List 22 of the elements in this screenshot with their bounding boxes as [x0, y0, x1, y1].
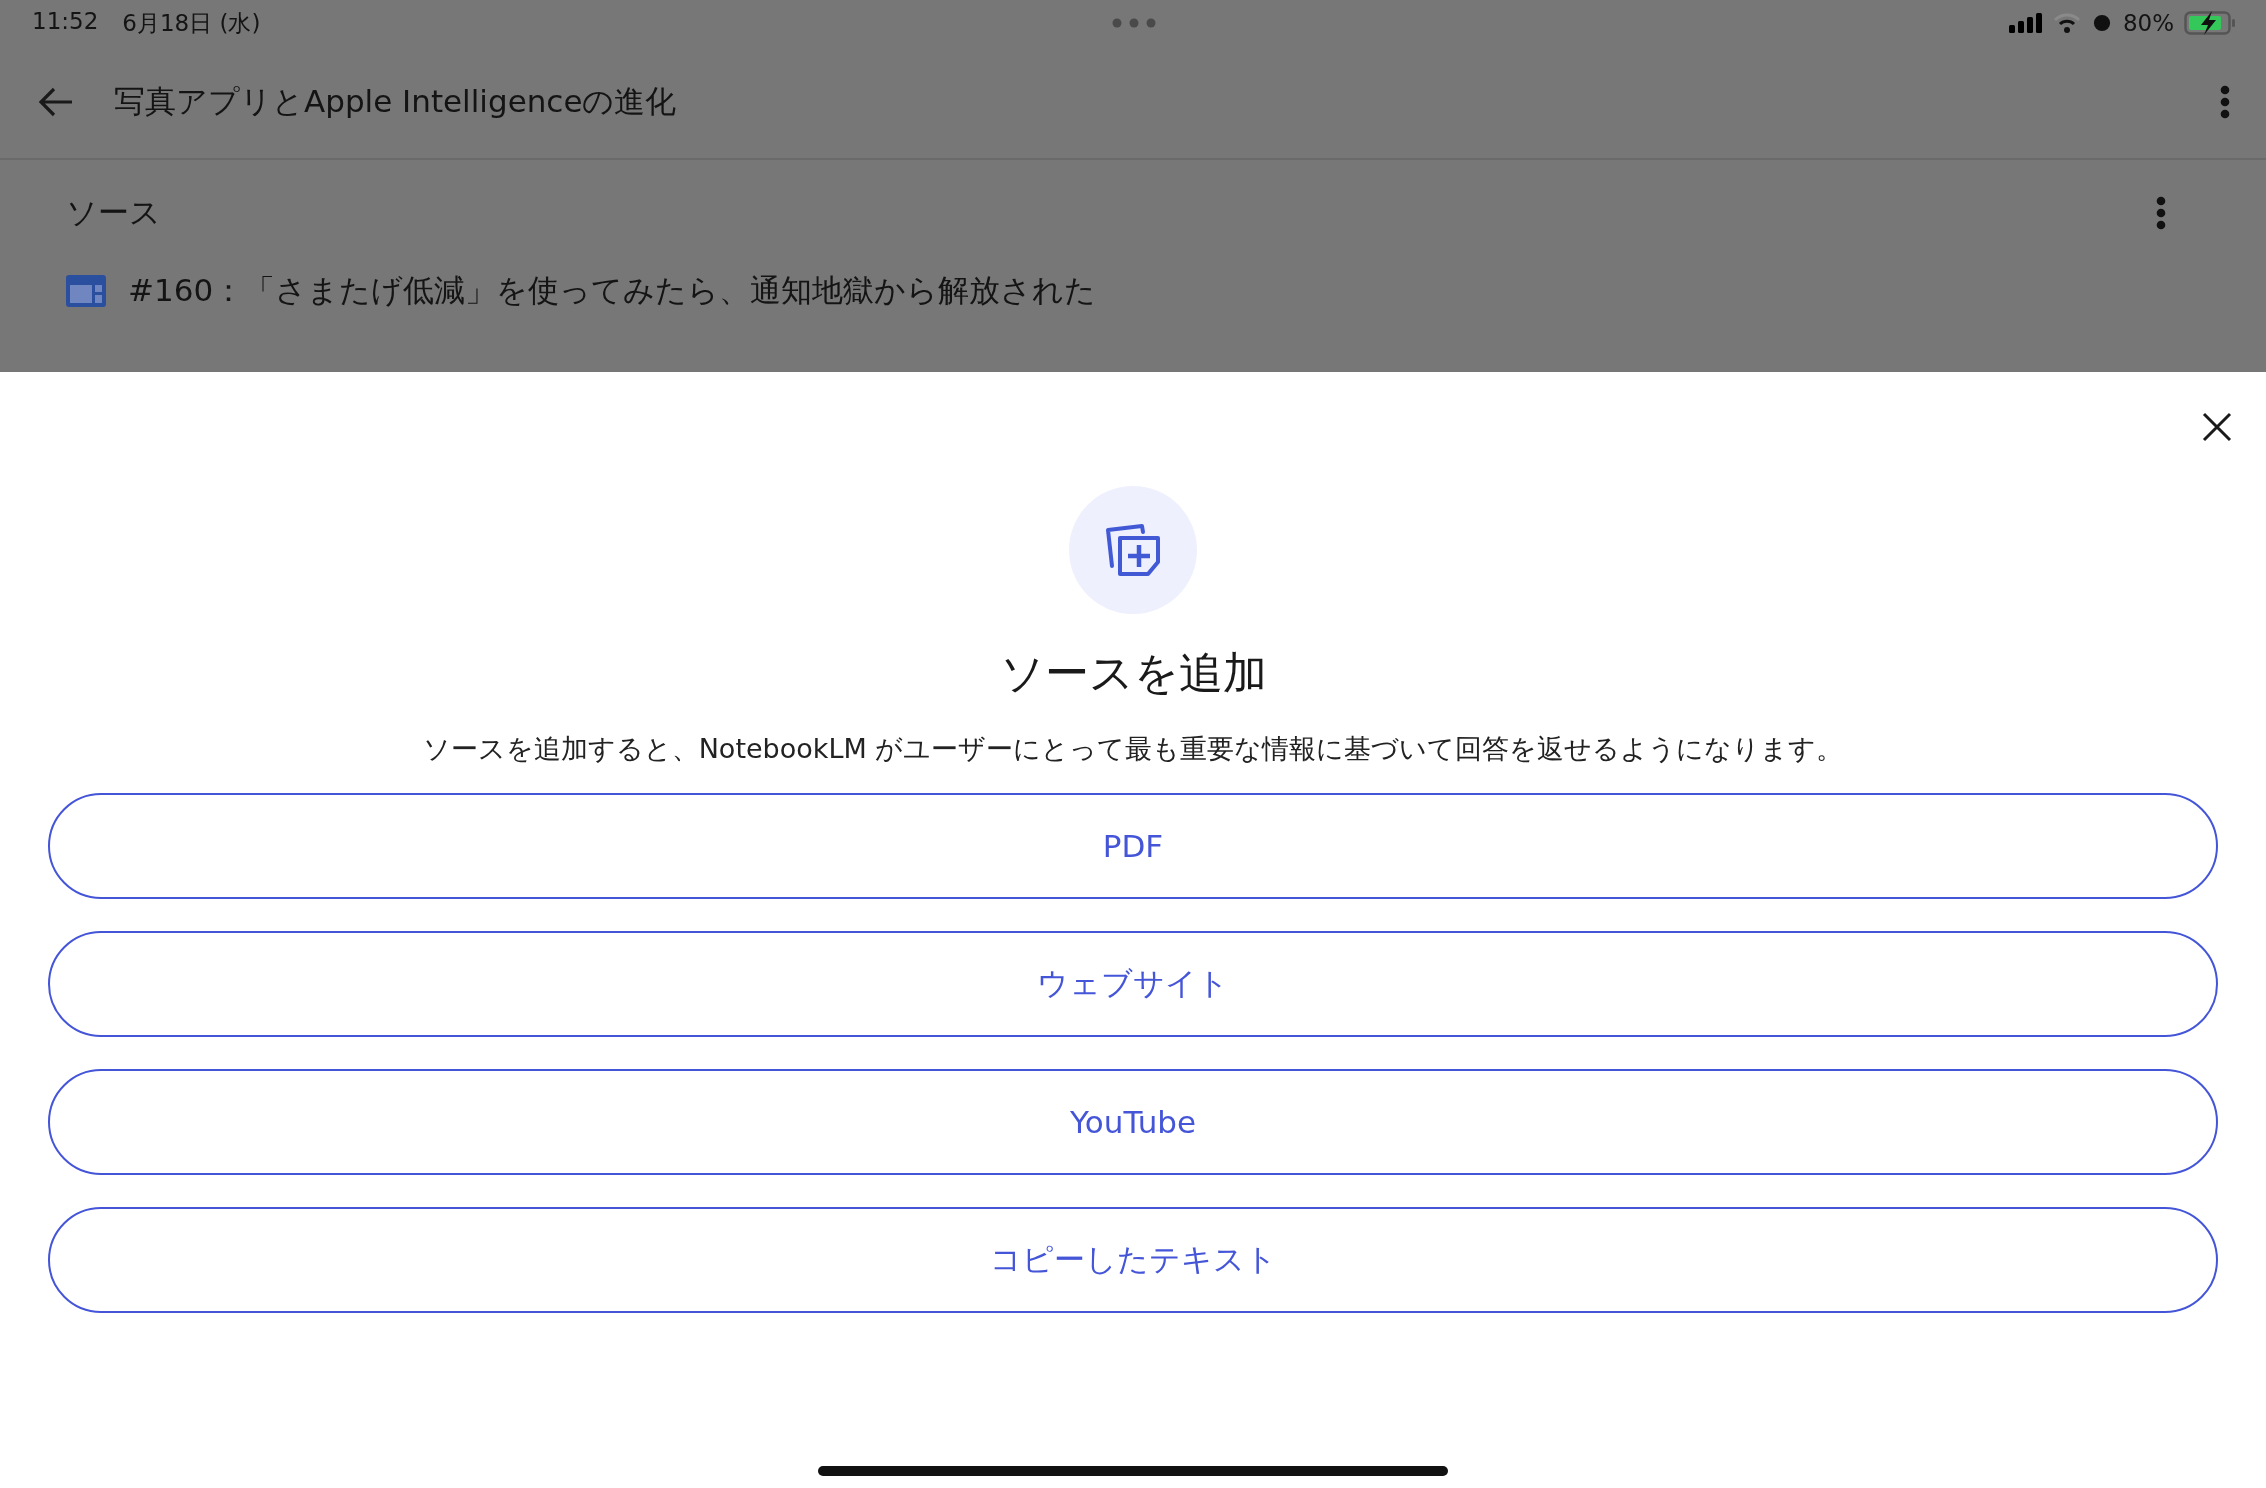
multitask-dots-icon[interactable]	[1112, 18, 1156, 28]
dialog-description: ソースを追加すると、NotebookLM がユーザーにとって最も重要な情報に基づいて回答を返せるようになります。	[422, 732, 1844, 766]
signal-icon	[2008, 13, 2043, 33]
article-icon	[66, 275, 106, 307]
back-arrow-icon[interactable]	[38, 86, 74, 118]
dialog-title: ソースを追加	[999, 646, 1267, 700]
source-option-button[interactable]: ウェブサイト	[48, 931, 2218, 1037]
more-menu-icon[interactable]	[2156, 196, 2166, 230]
close-icon[interactable]	[2202, 412, 2232, 442]
source-option-button[interactable]: YouTube	[48, 1069, 2218, 1175]
sources-heading: ソース	[66, 193, 161, 232]
wifi-icon	[2052, 13, 2081, 33]
battery-percent: 80%	[2122, 10, 2174, 36]
source-option-button[interactable]: PDF	[48, 793, 2218, 899]
status-time: 11:52	[32, 7, 99, 36]
status-date: 6月18日 (水)	[122, 8, 261, 38]
notebook-title: 写真アプリとApple Intelligenceの進化	[114, 82, 678, 121]
more-menu-icon[interactable]	[2220, 85, 2230, 119]
source-option-button[interactable]: コピーしたテキスト	[48, 1207, 2218, 1313]
add-document-icon	[1104, 522, 1162, 578]
battery-charging-icon	[2184, 11, 2236, 35]
source-title[interactable]: #160：「さまたげ低減」を使ってみたら、通知地獄から解放された	[128, 270, 1097, 312]
